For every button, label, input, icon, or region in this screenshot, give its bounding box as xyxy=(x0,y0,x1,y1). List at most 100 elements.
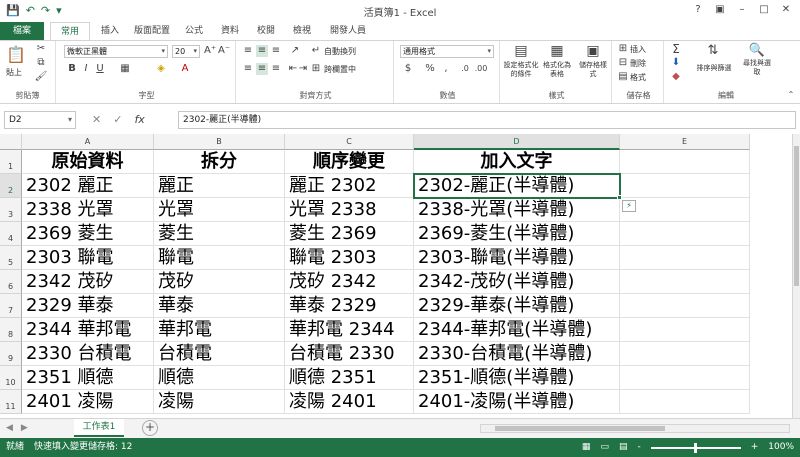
maximize-icon[interactable]: □ xyxy=(754,2,774,18)
insert-function-icon[interactable]: fx xyxy=(134,112,144,128)
cell-c8[interactable]: 華邦電 2344 xyxy=(285,318,414,342)
merge-center-button[interactable]: 跨欄置中 xyxy=(324,64,356,75)
cell-d9[interactable]: 2330-台積電(半導體) xyxy=(414,342,620,366)
copy-icon[interactable]: ⧉ xyxy=(34,57,48,69)
tab-page-layout[interactable]: 版面配置 xyxy=(128,22,176,40)
tab-developer[interactable]: 開發人員 xyxy=(322,22,374,40)
decrease-decimal-icon[interactable]: .00 xyxy=(474,63,488,75)
cell-c6[interactable]: 茂矽 2342 xyxy=(285,270,414,294)
merge-icon[interactable]: ⊞ xyxy=(310,63,322,75)
row-header[interactable]: 7 xyxy=(0,294,22,318)
cell-a4[interactable]: 2369 菱生 xyxy=(22,222,154,246)
normal-view-icon[interactable]: ▦ xyxy=(582,438,591,457)
cell-d1[interactable]: 加入文字 xyxy=(414,150,620,174)
cell-b5[interactable]: 聯電 xyxy=(154,246,285,270)
page-break-view-icon[interactable]: ▤ xyxy=(619,438,628,457)
insert-cells-icon[interactable]: ⊞ xyxy=(618,43,628,55)
cell-d10[interactable]: 2351-順德(半導體) xyxy=(414,366,620,390)
format-cells-icon[interactable]: ▤ xyxy=(618,71,628,83)
column-header-e[interactable]: E xyxy=(620,134,750,150)
find-select-button[interactable]: 尋找與選取 xyxy=(742,59,772,77)
cell-d7[interactable]: 2329-華泰(半導體) xyxy=(414,294,620,318)
horizontal-scrollbar[interactable] xyxy=(480,424,790,433)
align-middle-icon[interactable]: ≡ xyxy=(256,45,268,57)
formula-input[interactable]: 2302-麗正(半導體) xyxy=(178,111,796,129)
flash-fill-options-icon[interactable]: ⚡ xyxy=(622,200,636,212)
font-name-combo[interactable]: 微軟正黑體 xyxy=(64,45,168,58)
sort-filter-button[interactable]: 排序與篩選 xyxy=(692,63,736,74)
cell-a2[interactable]: 2302 麗正 xyxy=(22,174,154,198)
select-all-corner[interactable] xyxy=(0,134,22,150)
cell-e7[interactable] xyxy=(620,294,750,318)
name-box[interactable]: D2 xyxy=(4,111,76,129)
cell-c4[interactable]: 菱生 2369 xyxy=(285,222,414,246)
delete-cells-button[interactable]: 刪除 xyxy=(630,58,646,69)
find-select-icon[interactable]: 🔍 xyxy=(748,43,766,59)
grow-font-icon[interactable]: A⁺ xyxy=(204,45,216,57)
sort-filter-icon[interactable]: ⇅ xyxy=(704,43,722,59)
cell-styles-button[interactable]: 儲存格樣式 xyxy=(576,61,610,79)
page-layout-view-icon[interactable]: ▭ xyxy=(600,438,609,457)
cell-e2[interactable] xyxy=(620,174,750,198)
zoom-level[interactable]: 100% xyxy=(768,438,794,457)
cell-d5[interactable]: 2303-聯電(半導體) xyxy=(414,246,620,270)
cell-c3[interactable]: 光罩 2338 xyxy=(285,198,414,222)
cell-d3[interactable]: 2338-光罩(半導體) xyxy=(414,198,620,222)
align-left-icon[interactable]: ≡ xyxy=(242,63,254,75)
cell-b10[interactable]: 順德 xyxy=(154,366,285,390)
insert-cells-button[interactable]: 插入 xyxy=(630,44,646,55)
cell-c11[interactable]: 凌陽 2401 xyxy=(285,390,414,414)
clear-icon[interactable]: ◆ xyxy=(670,71,682,83)
paste-button[interactable]: 貼上 xyxy=(6,67,22,78)
cell-d4[interactable]: 2369-菱生(半導體) xyxy=(414,222,620,246)
align-center-icon[interactable]: ≡ xyxy=(256,63,268,75)
zoom-slider[interactable] xyxy=(650,442,741,453)
orientation-icon[interactable]: ↗ xyxy=(288,45,302,57)
conditional-format-button[interactable]: 設定格式化的條件 xyxy=(502,61,540,79)
row-header[interactable]: 10 xyxy=(0,366,22,390)
tab-file[interactable]: 檔案 xyxy=(0,22,44,40)
number-format-combo[interactable]: 通用格式 xyxy=(400,45,494,58)
cell-b4[interactable]: 菱生 xyxy=(154,222,285,246)
row-header[interactable]: 2 xyxy=(0,174,22,198)
cell-e1[interactable] xyxy=(620,150,750,174)
cell-a1[interactable]: 原始資料 xyxy=(22,150,154,174)
cell-a5[interactable]: 2303 聯電 xyxy=(22,246,154,270)
zoom-in-button[interactable]: + xyxy=(751,438,759,457)
wrap-text-icon[interactable]: ↵ xyxy=(310,45,322,57)
cell-c7[interactable]: 華泰 2329 xyxy=(285,294,414,318)
tab-home[interactable]: 常用 xyxy=(50,22,90,40)
cell-a8[interactable]: 2344 華邦電 xyxy=(22,318,154,342)
cell-b1[interactable]: 拆分 xyxy=(154,150,285,174)
minimize-icon[interactable]: – xyxy=(732,2,752,18)
tab-formulas[interactable]: 公式 xyxy=(178,22,210,40)
row-header[interactable]: 1 xyxy=(0,150,22,174)
cell-b7[interactable]: 華泰 xyxy=(154,294,285,318)
row-header[interactable]: 4 xyxy=(0,222,22,246)
cancel-entry-icon[interactable]: ✕ xyxy=(92,112,101,128)
help-icon[interactable]: ? xyxy=(688,2,708,18)
cell-d6[interactable]: 2342-茂矽(半導體) xyxy=(414,270,620,294)
worksheet-grid[interactable]: A B C D E 1 原始資料 拆分 順序變更 加入文字 2 2302 麗正 麗正 麗正 2302 230… xyxy=(0,134,792,418)
autosum-icon[interactable]: Σ xyxy=(670,43,682,55)
cell-e3[interactable] xyxy=(620,198,750,222)
cell-e8[interactable] xyxy=(620,318,750,342)
add-sheet-icon[interactable]: + xyxy=(142,420,158,436)
cell-b11[interactable]: 凌陽 xyxy=(154,390,285,414)
cut-icon[interactable]: ✂ xyxy=(34,43,48,55)
cell-d11[interactable]: 2401-凌陽(半導體) xyxy=(414,390,620,414)
close-icon[interactable]: ✕ xyxy=(776,2,796,18)
cell-d8[interactable]: 2344-華邦電(半導體) xyxy=(414,318,620,342)
delete-cells-icon[interactable]: ⊟ xyxy=(618,57,628,69)
currency-button[interactable]: $ xyxy=(402,63,414,75)
cell-a11[interactable]: 2401 凌陽 xyxy=(22,390,154,414)
confirm-entry-icon[interactable]: ✓ xyxy=(113,112,122,128)
cell-e5[interactable] xyxy=(620,246,750,270)
tab-data[interactable]: 資料 xyxy=(212,22,248,40)
column-header-b[interactable]: B xyxy=(154,134,285,150)
format-table-button[interactable]: 格式化為表格 xyxy=(540,61,574,79)
row-header[interactable]: 11 xyxy=(0,390,22,414)
percent-button[interactable]: % xyxy=(424,63,436,75)
align-right-icon[interactable]: ≡ xyxy=(270,63,282,75)
increase-decimal-icon[interactable]: .0 xyxy=(458,63,472,75)
